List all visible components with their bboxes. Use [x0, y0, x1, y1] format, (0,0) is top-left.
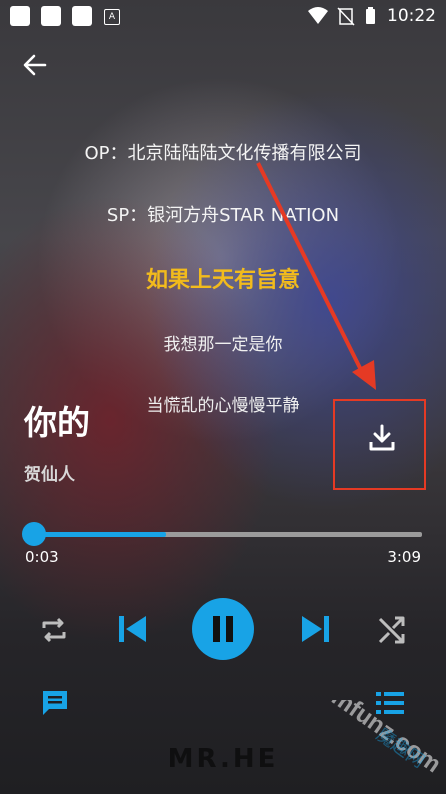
notification-icon	[10, 6, 30, 26]
notification-icon	[72, 6, 92, 26]
previous-icon[interactable]	[116, 612, 150, 646]
current-lyric: 如果上天有旨意	[145, 268, 300, 293]
current-time: 0:03	[25, 548, 59, 566]
status-time: 10:22	[387, 6, 436, 26]
progress-bar[interactable]	[22, 522, 422, 546]
repeat-icon[interactable]	[38, 614, 70, 646]
status-bar: A 10:22	[0, 0, 446, 32]
next-icon[interactable]	[298, 612, 332, 646]
notification-icon	[41, 6, 61, 26]
back-arrow-icon[interactable]	[18, 48, 52, 82]
watermark: mfunz.com 魔趣网	[326, 700, 445, 778]
song-title: 你的	[24, 403, 90, 442]
a-notification-icon: A	[104, 9, 120, 25]
progress-fill	[34, 532, 166, 537]
pause-icon	[213, 616, 233, 642]
pause-button[interactable]	[192, 598, 254, 660]
download-icon[interactable]	[366, 422, 398, 454]
lyric-line: 我想那一定是你	[163, 335, 283, 355]
artist-name[interactable]: 贺仙人	[24, 460, 75, 485]
progress-knob[interactable]	[22, 522, 46, 546]
credit-sp: SP：银河方舟STAR NATION	[106, 205, 340, 226]
comment-icon[interactable]	[40, 688, 70, 718]
credit-op: OP：北京陆陆陆文化传播有限公司	[84, 143, 362, 164]
shuffle-icon[interactable]	[376, 614, 408, 646]
system-status-icons	[308, 7, 375, 26]
duration: 3:09	[387, 548, 421, 566]
